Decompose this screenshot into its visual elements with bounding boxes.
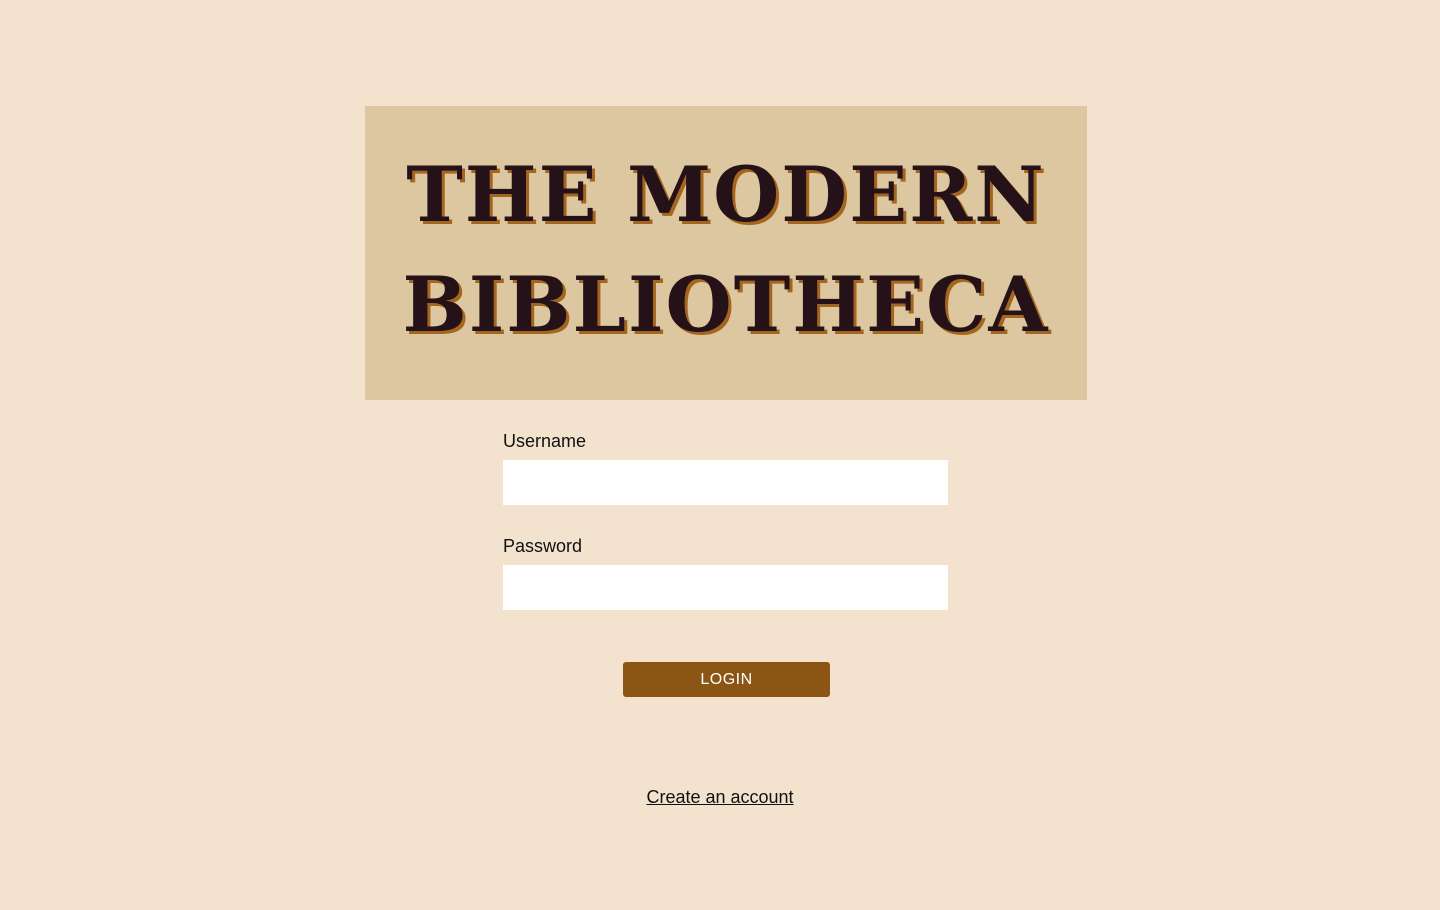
site-title-line-2: BIBLIOTHECA [402,260,1050,349]
password-field-group: Password [503,535,948,610]
password-label: Password [503,536,583,556]
create-account-link[interactable]: Create an account [646,787,793,807]
username-label: Username [503,431,587,451]
username-input[interactable] [503,460,948,505]
username-field-group: Username [503,430,948,505]
create-account-container: Create an account [0,785,1440,809]
password-input[interactable] [503,565,948,610]
login-button[interactable]: LOGIN [623,662,830,697]
site-title-banner: THE MODERN BIBLIOTHECA [365,106,1087,400]
site-title-line-1: THE MODERN [406,150,1046,239]
